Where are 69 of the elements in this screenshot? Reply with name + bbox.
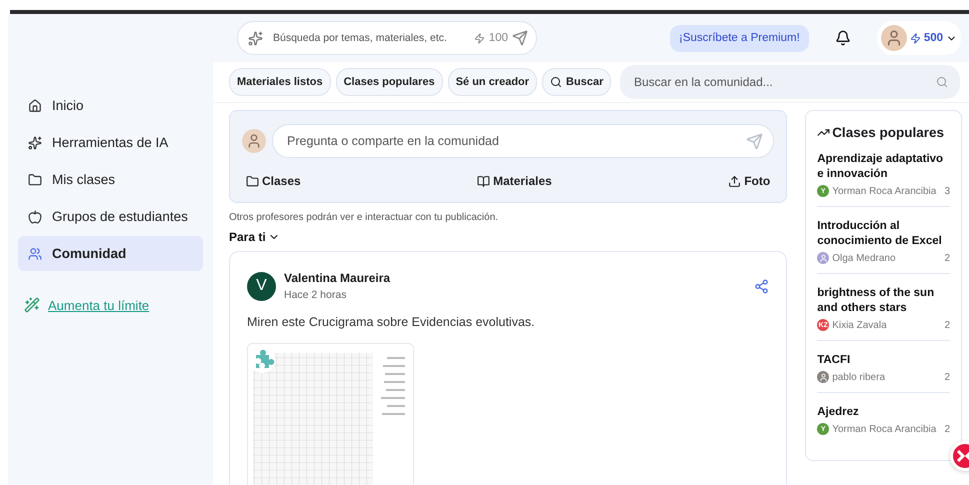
class-count: 3 (944, 186, 950, 196)
home-icon (28, 98, 42, 112)
card-title: Clases populares (832, 125, 944, 140)
class-author: Kixia Zavala (832, 320, 888, 330)
class-author: pablo ribera (832, 372, 886, 382)
composer-action[interactable]: Foto (728, 174, 770, 188)
send-icon (512, 30, 528, 46)
sidebar-item[interactable]: Mis clases (18, 162, 203, 197)
sparkles-icon (28, 136, 42, 150)
sidebar-label: Inicio (52, 98, 84, 113)
user-menu-button[interactable]: 500 (876, 21, 961, 55)
sparkles-icon (248, 30, 263, 46)
folder-icon (28, 172, 42, 186)
people-icon (28, 246, 42, 260)
filter-chip[interactable]: Clases populares (336, 68, 443, 96)
folder-icon (246, 174, 259, 188)
feed-filter-dropdown[interactable]: Para ti (229, 230, 280, 244)
post-input-field[interactable]: Pregunta o comparte en la comunidad (272, 124, 774, 158)
class-count: 2 (944, 372, 950, 382)
send-icon (746, 132, 764, 150)
class-title[interactable]: Aprendizaje adaptativo e innovación (817, 152, 950, 182)
community-search-input[interactable]: Buscar en la comunidad... (632, 74, 936, 90)
sidebar-label: Grupos de estudiantes (52, 209, 188, 224)
sidebar-label: Herramientas de IA (52, 135, 168, 150)
book-icon (477, 174, 490, 188)
sidebar-item[interactable]: Comunidad (18, 236, 203, 271)
class-title[interactable]: TACFI (817, 353, 950, 368)
upgrade-label: Aumenta tu límite (48, 298, 150, 312)
post-text: Miren este Crucigrama sobre Evidencias evolutivas. (247, 315, 536, 329)
sidebar-item[interactable]: Grupos de estudiantes (18, 199, 203, 234)
composer-note: Otros profesores podrán ver e interactuar con tu publicación. (229, 212, 500, 223)
post-time: Hace 2 horas (284, 289, 348, 301)
upload-icon (728, 174, 742, 188)
lightning-icon (910, 32, 921, 44)
sidebar-label: Comunidad (52, 246, 126, 261)
bell-icon (834, 30, 851, 46)
filter-chip[interactable]: Sé un creador (448, 68, 538, 96)
search-field[interactable]: Búsqueda por temas, materiales, etc. 100 (237, 21, 537, 55)
magic-wand-icon (24, 297, 40, 313)
class-title[interactable]: Introducción al conocimiento de Excel (817, 219, 950, 249)
filter-chip[interactable]: Materiales listos (229, 68, 331, 96)
apple-icon (28, 210, 42, 224)
search-icon (936, 76, 948, 88)
notifications-button[interactable] (834, 30, 851, 46)
share-icon[interactable] (754, 278, 770, 294)
class-count: 2 (944, 252, 950, 264)
logo-icon (957, 450, 969, 462)
author-avatar: V (247, 272, 276, 300)
sidebar-item[interactable]: Inicio (18, 88, 203, 123)
credits-count: 100 (488, 32, 508, 44)
lightning-icon (474, 32, 485, 44)
sidebar-label: Mis clases (52, 172, 116, 187)
class-author: Olga Medrano (832, 252, 897, 264)
class-author: Yorman Roca Arancibia (832, 186, 938, 196)
class-title[interactable]: Ajedrez (817, 405, 950, 420)
user-avatar (242, 129, 266, 153)
class-count: 2 (944, 424, 950, 434)
class-title[interactable]: brightness of the sun and others stars (817, 286, 950, 316)
class-count: 2 (944, 320, 950, 330)
search-icon (550, 76, 562, 88)
search-chip[interactable]: Buscar (542, 68, 612, 96)
user-avatar (880, 25, 907, 51)
post-author: Valentina Maureira (284, 271, 392, 285)
community-search-field[interactable]: Buscar en la comunidad... (620, 65, 960, 99)
class-author: Yorman Roca Arancibia (832, 424, 938, 434)
premium-button[interactable]: ¡Suscríbete a Premium! (670, 24, 809, 52)
composer-action[interactable]: Clases (246, 174, 301, 188)
composer-action[interactable]: Materiales (477, 174, 552, 188)
sidebar-item[interactable]: Herramientas de IA (18, 125, 203, 160)
